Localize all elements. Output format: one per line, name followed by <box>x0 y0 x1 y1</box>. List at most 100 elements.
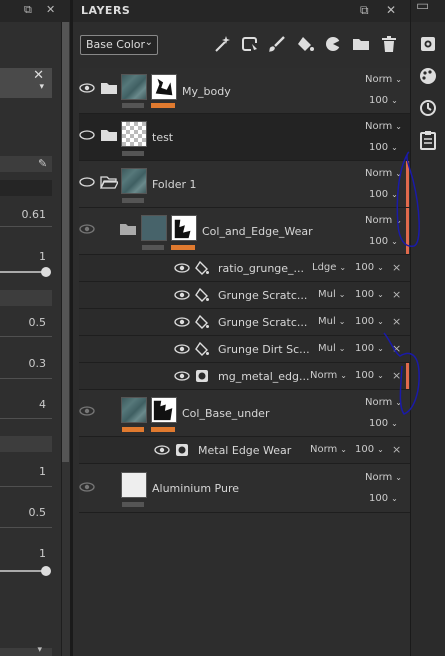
mask-thumbnail[interactable] <box>151 397 177 423</box>
blend-mode-select[interactable]: Norm ⌄ <box>365 74 402 85</box>
close-icon[interactable]: ✕ <box>386 3 396 17</box>
smart-material-icon[interactable] <box>323 34 343 54</box>
blend-mode-select[interactable]: Norm ⌄ <box>310 444 347 455</box>
slider-track[interactable] <box>0 418 52 419</box>
chevron-down-icon[interactable]: ▾ <box>39 82 44 92</box>
effect-name[interactable]: Metal Edge Wear <box>198 444 291 457</box>
opacity-field[interactable]: 100 ⌄ <box>355 262 384 273</box>
effect-name[interactable]: mg_metal_edg... <box>218 370 310 383</box>
opacity-field[interactable]: 100 ⌄ <box>369 189 398 200</box>
opacity-field[interactable]: 100 ⌄ <box>355 316 384 327</box>
layer-thumbnail[interactable] <box>141 215 167 241</box>
layer-name[interactable]: test <box>152 131 173 144</box>
opacity-field[interactable]: 100 ⌄ <box>369 142 398 153</box>
mask-thumbnail[interactable] <box>151 74 177 100</box>
brush-icon[interactable] <box>267 34 287 54</box>
value-row[interactable]: 0.5 <box>0 504 52 522</box>
settings-icon[interactable] <box>418 34 438 54</box>
layer-name[interactable]: Col_and_Edge_Wear <box>202 225 313 238</box>
value-row[interactable]: 0.61 <box>0 206 52 224</box>
clipboard-icon[interactable] <box>418 130 438 150</box>
channel-select[interactable]: Base Color ⌄ <box>80 35 158 55</box>
magic-wand-icon[interactable] <box>212 34 232 54</box>
layer-name[interactable]: Folder 1 <box>152 178 197 191</box>
value-row[interactable]: 1 <box>0 248 52 266</box>
dock-icon[interactable]: ▭ <box>416 0 429 14</box>
opacity-field[interactable]: 100 ⌄ <box>355 343 384 354</box>
layer-row-col-base-under[interactable]: Col_Base_under Norm ⌄ 100 ⌄ <box>79 390 410 437</box>
slider-knob[interactable] <box>41 566 51 576</box>
paint-mask-icon[interactable] <box>240 34 260 54</box>
property-field[interactable]: ✕ ▾ <box>0 68 52 98</box>
eye-icon[interactable] <box>79 130 95 140</box>
eye-icon[interactable] <box>174 371 190 381</box>
scrollbar-thumb[interactable] <box>62 22 69 462</box>
blend-mode-select[interactable]: Mul ⌄ <box>318 343 345 354</box>
eye-icon[interactable] <box>174 344 190 354</box>
eye-icon[interactable] <box>79 224 95 234</box>
layer-thumbnail[interactable] <box>121 472 147 498</box>
effect-row[interactable]: Grunge Dirt Sc... Mul ⌄ 100 ⌄ × <box>79 336 410 363</box>
blend-mode-select[interactable]: Norm ⌄ <box>365 215 402 226</box>
trash-icon[interactable] <box>379 34 399 54</box>
eye-icon[interactable] <box>79 406 95 416</box>
eye-icon[interactable] <box>79 177 95 187</box>
eye-icon[interactable] <box>154 445 170 455</box>
effect-row[interactable]: Grunge Scratc... Mul ⌄ 100 ⌄ × <box>79 282 410 309</box>
slider-track[interactable] <box>0 336 52 337</box>
opacity-field[interactable]: 100 ⌄ <box>369 236 398 247</box>
float-icon[interactable]: ⧉ <box>360 3 369 18</box>
opacity-field[interactable]: 100 ⌄ <box>369 493 398 504</box>
blend-mode-select[interactable]: Norm ⌄ <box>365 397 402 408</box>
remove-effect-icon[interactable]: × <box>392 261 401 274</box>
eye-icon[interactable] <box>174 290 190 300</box>
effect-name[interactable]: Grunge Scratc... <box>218 289 307 302</box>
opacity-field[interactable]: 100 ⌄ <box>355 289 384 300</box>
blend-mode-select[interactable]: Mul ⌄ <box>318 316 345 327</box>
slider-track[interactable] <box>0 378 52 379</box>
blend-mode-select[interactable]: Mul ⌄ <box>318 289 345 300</box>
remove-effect-icon[interactable]: × <box>392 443 401 456</box>
history-icon[interactable] <box>418 98 438 118</box>
slider-track[interactable] <box>0 226 52 227</box>
remove-effect-icon[interactable]: × <box>392 369 401 382</box>
value-row[interactable]: 0.5 <box>0 314 52 332</box>
opacity-field[interactable]: 100 ⌄ <box>355 444 384 455</box>
opacity-field[interactable]: 100 ⌄ <box>369 95 398 106</box>
fill-bucket-icon[interactable] <box>295 34 315 54</box>
chevron-down-icon[interactable]: ▾ <box>37 645 42 655</box>
layer-name[interactable]: Col_Base_under <box>182 407 269 420</box>
layer-thumbnail[interactable] <box>121 121 147 147</box>
slider-track[interactable] <box>0 570 46 572</box>
effect-row[interactable]: Metal Edge Wear Norm ⌄ 100 ⌄ × <box>79 437 410 464</box>
effect-name[interactable]: Grunge Scratc... <box>218 316 307 329</box>
slider-track[interactable] <box>0 527 52 528</box>
value-row[interactable]: 1 <box>0 463 52 481</box>
layer-name[interactable]: Aluminium Pure <box>152 482 239 495</box>
blend-mode-select[interactable]: Norm ⌄ <box>365 121 402 132</box>
layer-thumbnail[interactable] <box>121 397 147 423</box>
layer-thumbnail[interactable] <box>121 168 147 194</box>
effect-row[interactable]: ratio_grunge_... Ldge ⌄ 100 ⌄ × <box>79 255 410 282</box>
slider-track[interactable] <box>0 486 52 487</box>
slider-knob[interactable] <box>41 267 51 277</box>
mask-thumbnail[interactable] <box>171 215 197 241</box>
folder-icon[interactable] <box>351 34 371 54</box>
blend-mode-select[interactable]: Norm ⌄ <box>310 370 347 381</box>
layer-row-aluminium-pure[interactable]: Aluminium Pure Norm ⌄ 100 ⌄ <box>79 464 410 513</box>
layer-row-col-and-edge-wear[interactable]: Col_and_Edge_Wear Norm ⌄ 100 ⌄ <box>79 208 410 255</box>
slider-track[interactable] <box>0 271 46 273</box>
remove-effect-icon[interactable]: × <box>392 288 401 301</box>
effect-row[interactable]: mg_metal_edg... Norm ⌄ 100 ⌄ × <box>79 363 410 390</box>
remove-effect-icon[interactable]: × <box>392 342 401 355</box>
layer-row-test[interactable]: test Norm ⌄ 100 ⌄ <box>79 114 410 161</box>
close-icon[interactable]: ✕ <box>46 3 55 16</box>
layer-row-my-body[interactable]: My_body Norm ⌄ 100 ⌄ <box>79 68 410 114</box>
blend-mode-select[interactable]: Norm ⌄ <box>365 472 402 483</box>
eye-icon[interactable] <box>79 83 95 93</box>
value-row[interactable]: 1 <box>0 545 52 563</box>
palette-icon[interactable] <box>418 66 438 86</box>
clear-icon[interactable]: ✕ <box>33 68 44 83</box>
remove-effect-icon[interactable]: × <box>392 315 401 328</box>
layer-thumbnail[interactable] <box>121 74 147 100</box>
